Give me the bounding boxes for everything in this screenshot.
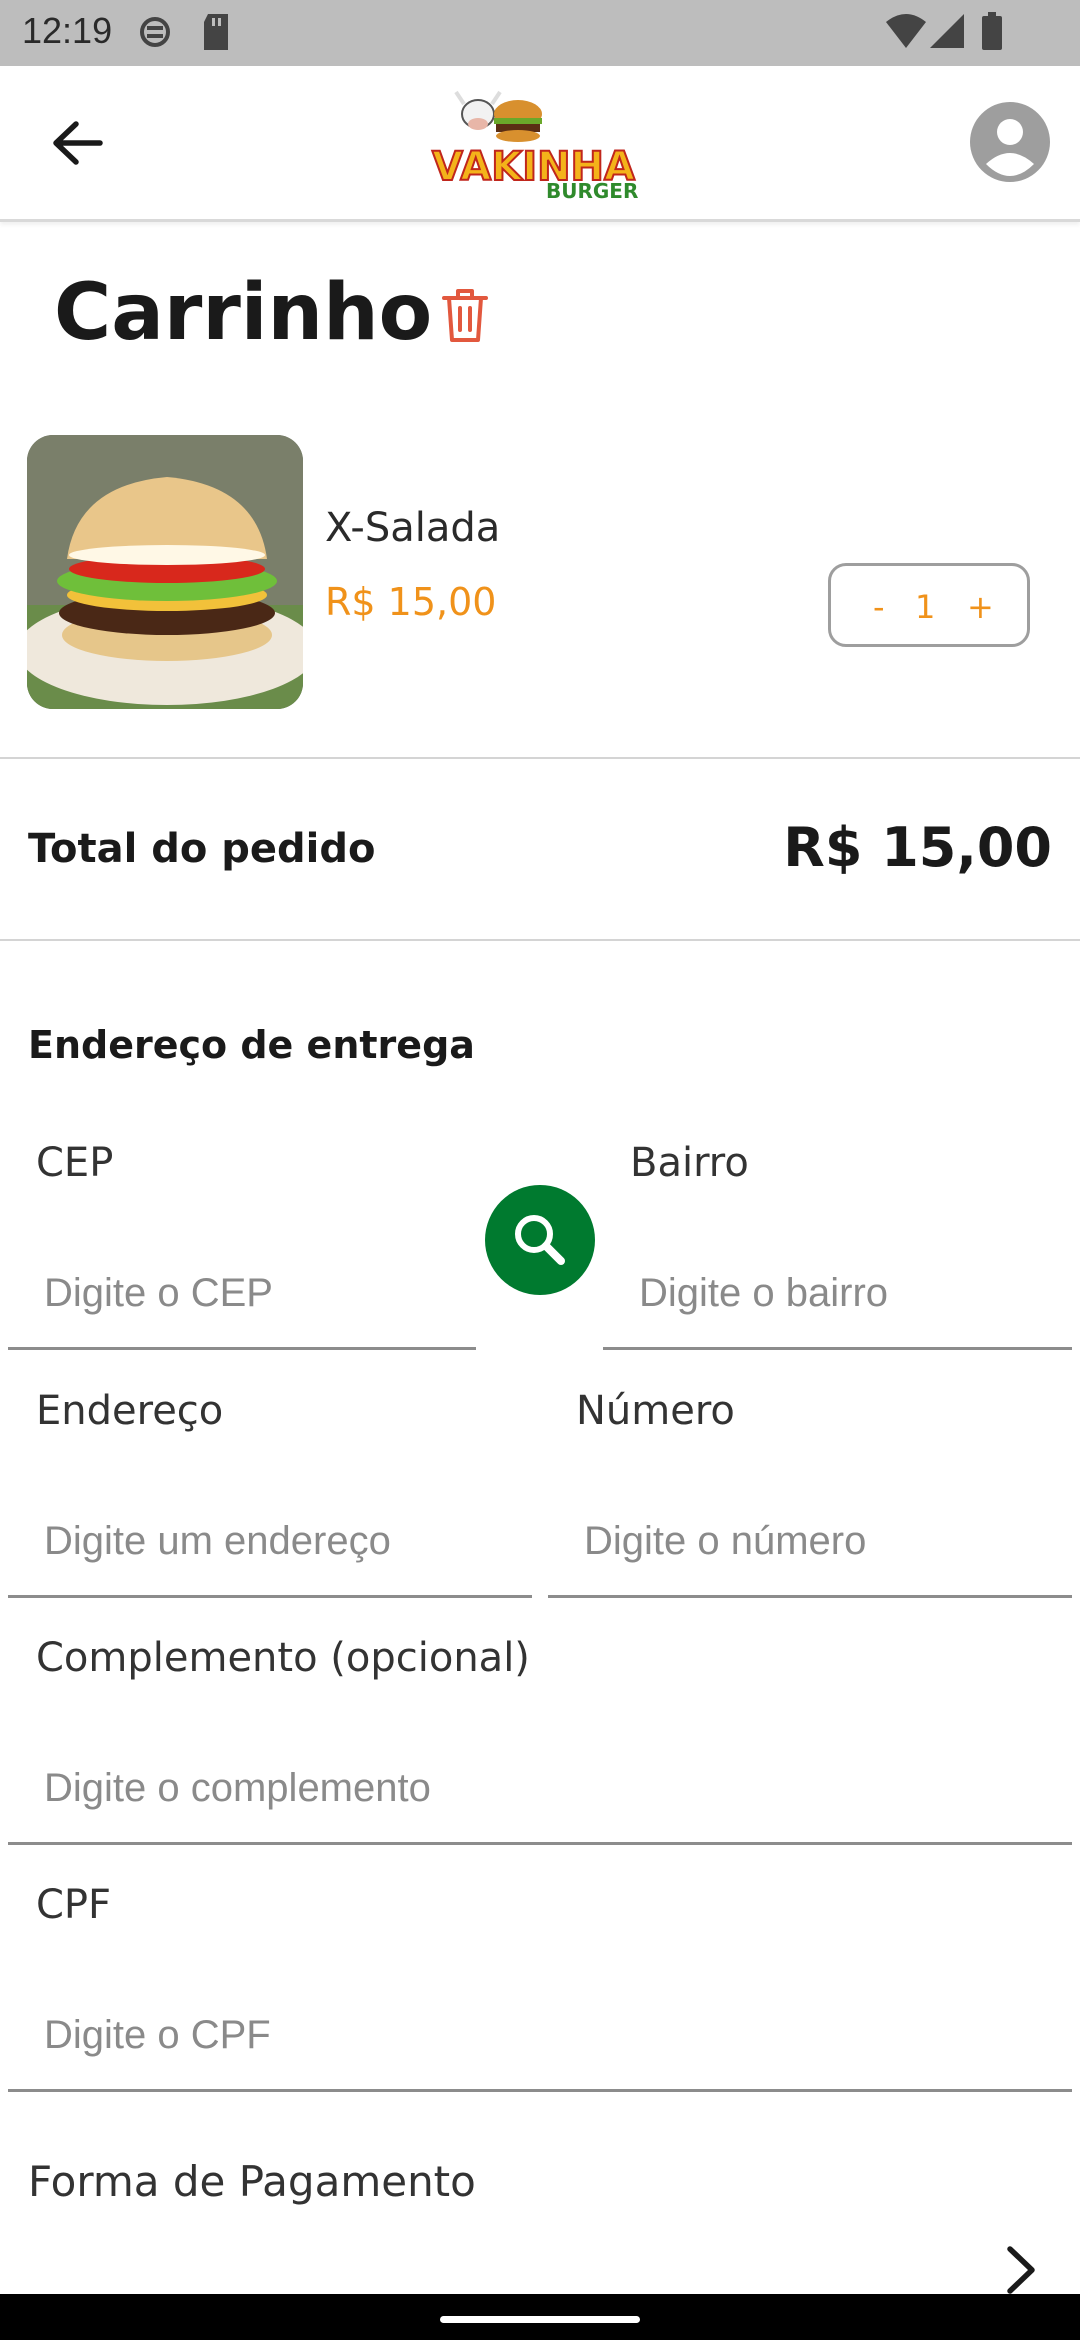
address-section-title: Endereço de entrega [28,1023,475,1067]
clear-cart-button[interactable] [440,286,490,348]
increment-button[interactable]: + [967,588,994,626]
total-value: R$ 15,00 [783,816,1052,879]
battery-icon [980,12,1004,56]
cpf-input[interactable] [8,1982,1072,2092]
cpf-label: CPF [36,1882,112,1928]
logo-subtext: BURGER [546,179,638,203]
total-label: Total do pedido [28,826,376,872]
product-name: X-Salada [325,505,501,551]
divider [0,939,1080,941]
sd-card-icon [200,12,232,56]
bairro-input[interactable] [603,1240,1072,1350]
endereco-input[interactable] [8,1488,532,1598]
brand-logo: VAKINHA BURGER [428,84,653,204]
account-circle-icon [970,102,1050,182]
divider [0,757,1080,759]
arrow-left-icon [53,121,103,165]
page-title: Carrinho [54,268,433,358]
endereco-label: Endereço [36,1388,224,1434]
quantity-stepper: - 1 + [828,563,1030,647]
signal-icon [928,12,966,56]
payment-selector[interactable] [1000,2245,1040,2299]
numero-input[interactable] [548,1488,1072,1598]
decrement-button[interactable]: - [873,588,885,626]
search-cep-button[interactable] [485,1185,595,1295]
payment-label: Forma de Pagamento [28,2157,476,2206]
chevron-right-icon [1007,2246,1035,2294]
product-image [27,435,303,709]
search-icon [515,1215,565,1265]
cep-input[interactable] [8,1240,476,1350]
home-gesture-handle[interactable] [440,2316,640,2323]
bairro-label: Bairro [630,1140,749,1186]
complemento-label: Complemento (opcional) [36,1635,530,1681]
numero-label: Número [576,1388,735,1434]
status-time: 12:19 [22,10,113,51]
complemento-input[interactable] [8,1735,1072,1845]
product-price: R$ 15,00 [325,580,497,624]
wifi-icon [884,12,928,56]
profile-button[interactable] [970,102,1050,186]
trash-icon [442,289,488,342]
back-button[interactable] [50,118,104,172]
cep-label: CEP [36,1140,114,1186]
quantity-value: 1 [915,588,936,626]
sim-icon [138,12,172,56]
